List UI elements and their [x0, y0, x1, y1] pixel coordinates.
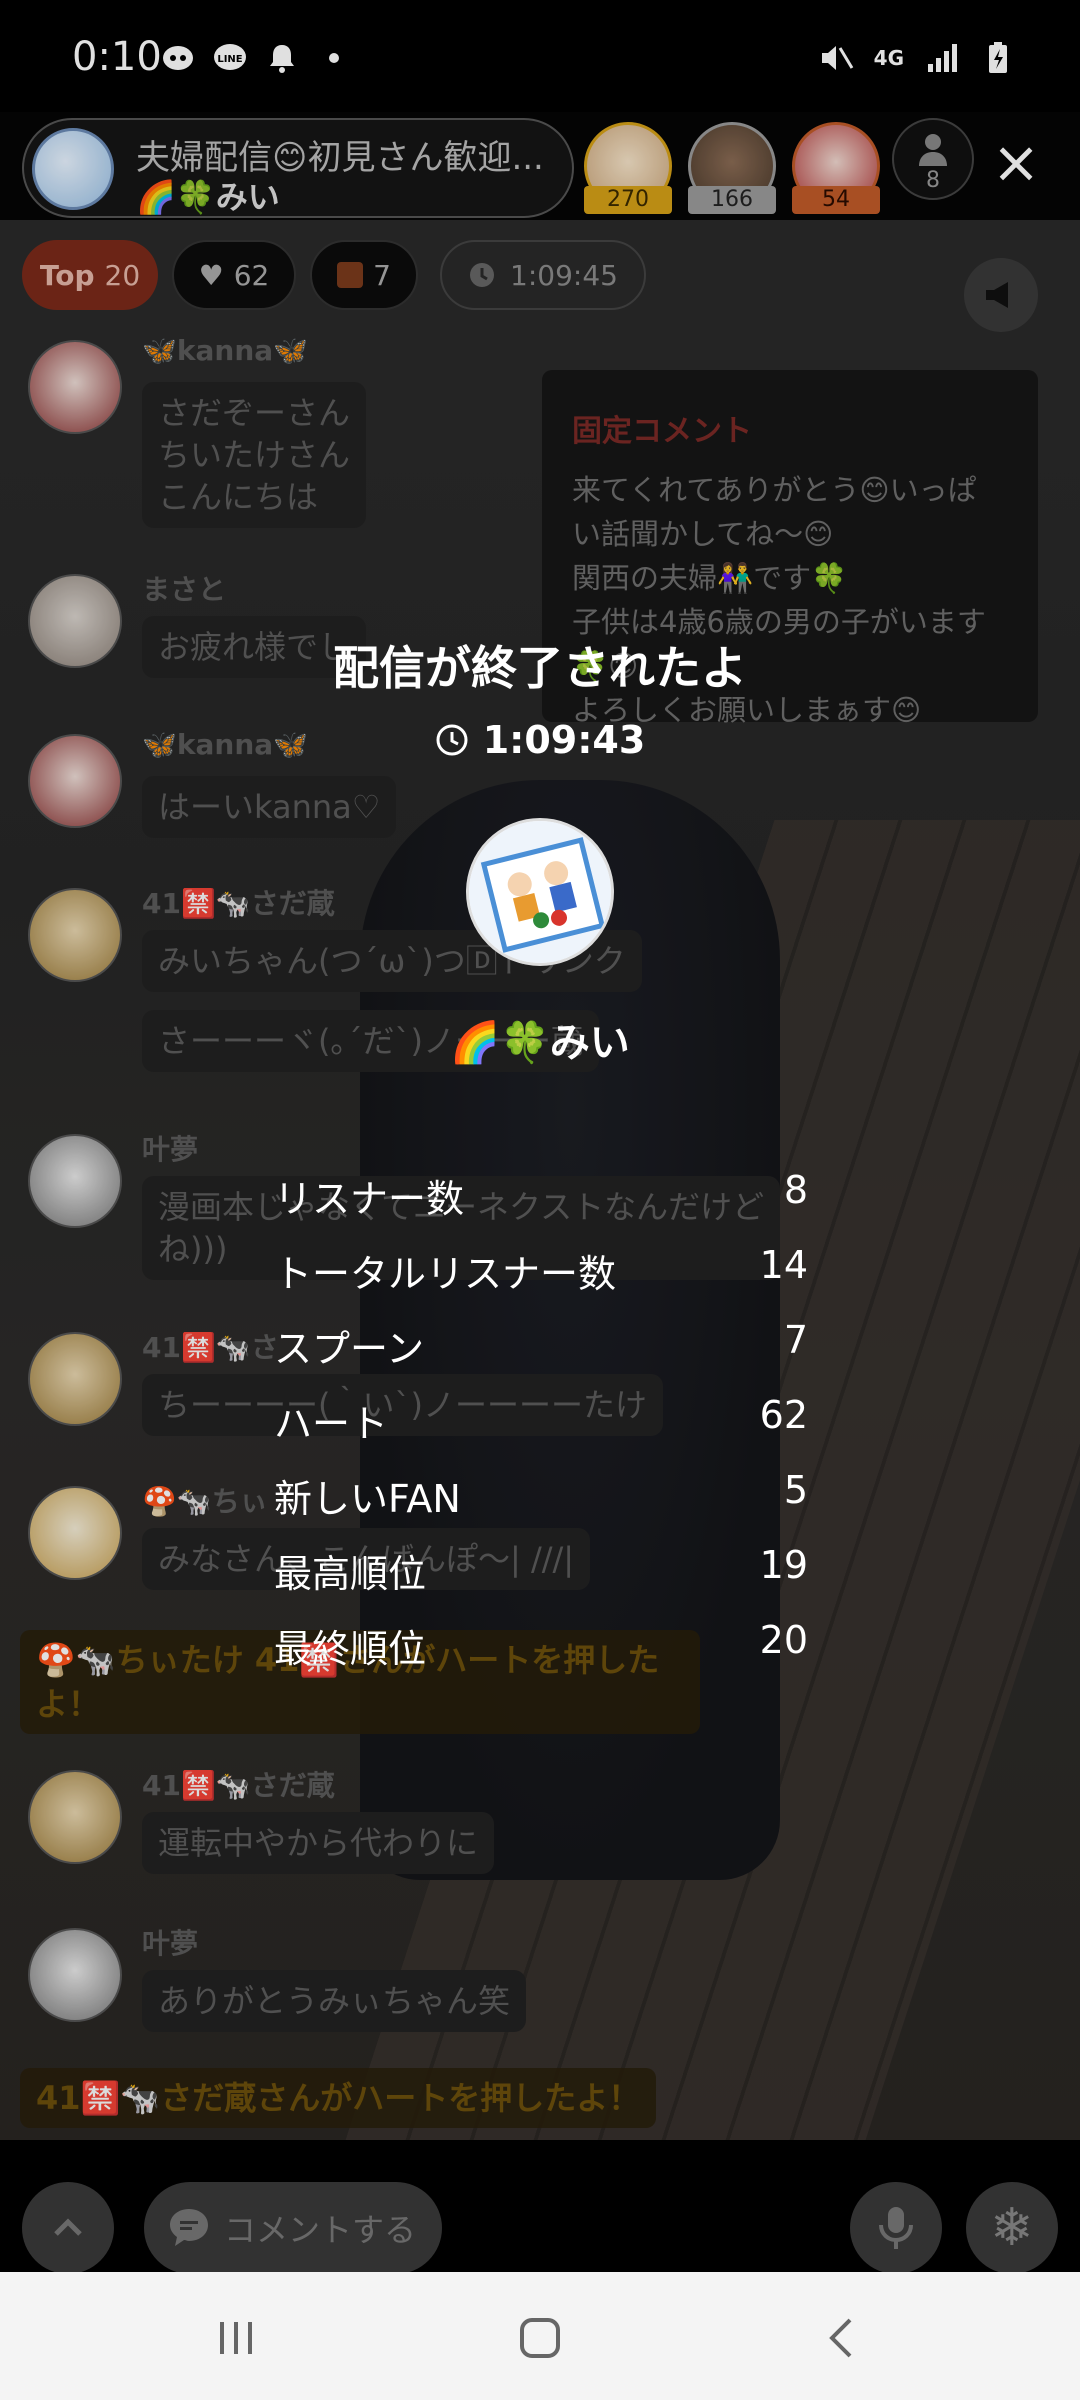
stat-value: 8 — [783, 1168, 808, 1212]
end-summary-duration: 1:09:43 — [0, 718, 1080, 762]
end-summary-title: 配信が終了されたよ — [333, 641, 747, 695]
home-icon — [520, 2318, 560, 2358]
stat-row: ハート 62 — [274, 1393, 808, 1468]
stat-row: スプーン 7 — [274, 1318, 808, 1393]
clock-icon — [436, 724, 468, 756]
stat-row: 新しいFAN 5 — [274, 1468, 808, 1543]
stat-value: 14 — [759, 1243, 808, 1287]
stat-value: 7 — [783, 1318, 808, 1362]
system-nav-bar — [0, 2272, 1080, 2400]
stat-row: トータルリスナー数 14 — [274, 1243, 808, 1318]
stat-row: 最高順位 19 — [274, 1543, 808, 1618]
stat-row: 最終順位 20 — [274, 1618, 808, 1693]
stat-value: 62 — [759, 1393, 808, 1437]
back-icon — [829, 2318, 852, 2358]
end-summary-host-name: 🌈🍀みい — [450, 1020, 630, 1066]
stat-value: 5 — [783, 1468, 808, 1512]
stat-row: リスナー数 8 — [274, 1168, 808, 1243]
recent-apps-icon — [220, 2322, 252, 2354]
duration-value: 1:09:43 — [482, 718, 646, 762]
stat-label: 最高順位 — [274, 1552, 427, 1596]
host-avatar-image — [469, 821, 611, 963]
stat-label: スプーン — [274, 1327, 425, 1371]
stat-label: 新しいFAN — [274, 1477, 461, 1521]
stat-label: 最終順位 — [274, 1627, 427, 1671]
stat-value: 19 — [759, 1543, 808, 1587]
stat-label: ハート — [274, 1402, 389, 1446]
stat-label: リスナー数 — [274, 1177, 465, 1221]
back-button[interactable] — [806, 2302, 878, 2374]
host-avatar — [466, 818, 614, 966]
home-button[interactable] — [504, 2302, 576, 2374]
recent-apps-button[interactable] — [200, 2302, 272, 2374]
end-summary-overlay: 配信が終了されたよ 1:09:43 🌈🍀みい リスナー数 8 トータルリスナー数 — [0, 0, 1080, 2272]
stats-list: リスナー数 8 トータルリスナー数 14 スプーン 7 ハート 62 新しいFA… — [274, 1168, 808, 1693]
stat-value: 20 — [759, 1618, 808, 1662]
stat-label: トータルリスナー数 — [274, 1252, 617, 1296]
